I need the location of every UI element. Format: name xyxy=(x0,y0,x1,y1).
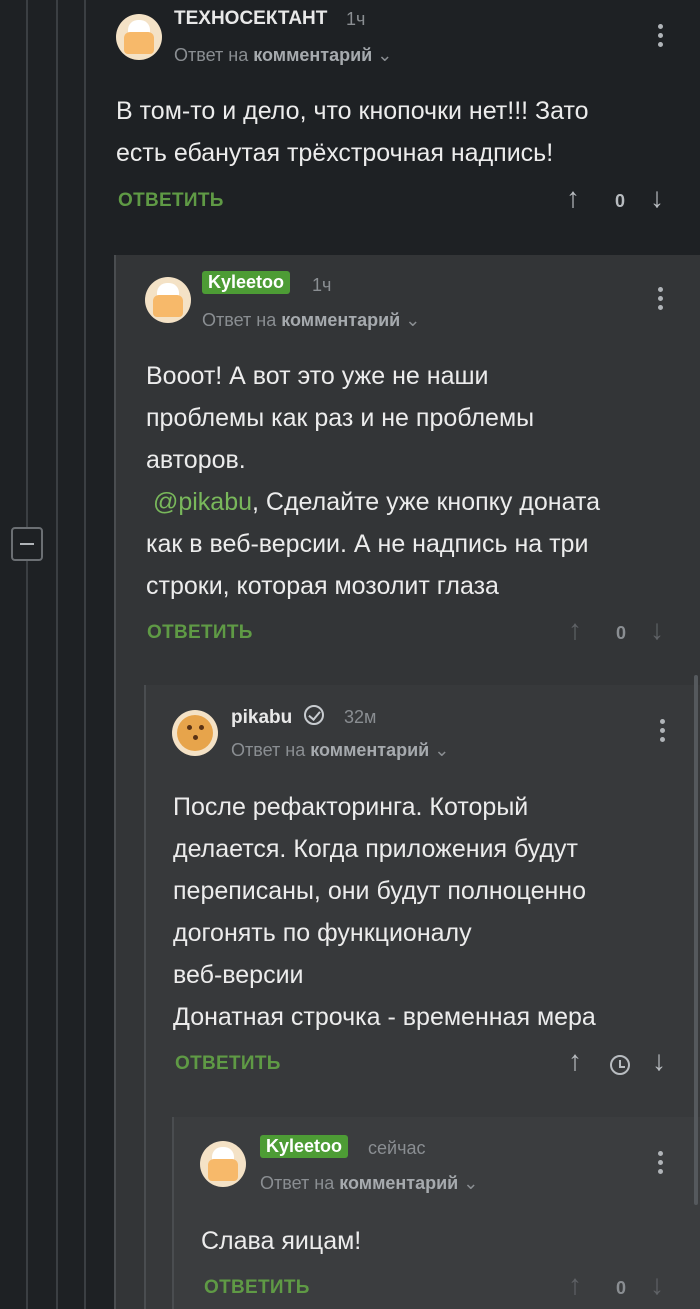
downvote-icon[interactable]: ↓ xyxy=(650,1269,664,1301)
reply-to-prefix: Ответ на xyxy=(174,45,249,65)
reply-button[interactable]: ОТВЕТИТЬ xyxy=(118,190,224,212)
chevron-down-icon: ⌄ xyxy=(463,1173,479,1193)
comment-author[interactable]: Kyleetoo xyxy=(260,1135,349,1158)
comment-time: сейчас xyxy=(368,1138,426,1158)
comment-score: 0 xyxy=(615,191,626,211)
more-options-icon[interactable] xyxy=(658,287,663,314)
comment-score: 0 xyxy=(616,1278,627,1298)
reply-to-prefix: Ответ на xyxy=(202,310,277,330)
collapse-thread-button[interactable] xyxy=(11,527,43,561)
verified-icon xyxy=(304,705,324,725)
comment-author[interactable]: ТЕХНОСЕКТАНТ xyxy=(174,8,327,30)
comment-author[interactable]: Kyleetoo xyxy=(202,271,291,294)
reply-button[interactable]: ОТВЕТИТЬ xyxy=(147,622,253,644)
scrollbar[interactable] xyxy=(694,675,698,1205)
reply-button[interactable]: ОТВЕТИТЬ xyxy=(204,1277,310,1299)
clock-icon xyxy=(610,1055,630,1075)
comment-text: Слава яицам! xyxy=(201,1227,362,1255)
comment-2: Kyleetoo 1ч Ответ на комментарий ⌄ Вооот… xyxy=(116,255,700,685)
comment-text: В том-то и дело, что кнопочки нет!!! Зат… xyxy=(116,97,589,167)
chevron-down-icon: ⌄ xyxy=(377,45,393,65)
avatar[interactable] xyxy=(172,710,218,756)
thread-line xyxy=(56,0,58,1309)
reply-to-link[interactable]: Ответ на комментарий ⌄ xyxy=(260,1173,478,1194)
downvote-icon[interactable]: ↓ xyxy=(652,1045,666,1077)
cake-icon xyxy=(153,295,183,317)
reply-to-target: комментарий xyxy=(281,310,401,330)
more-options-icon[interactable] xyxy=(658,1151,663,1178)
comment-time: 32м xyxy=(344,707,377,727)
more-options-icon[interactable] xyxy=(658,24,663,51)
chevron-down-icon: ⌄ xyxy=(434,740,450,760)
comment-score: 0 xyxy=(616,623,627,643)
cookie-icon xyxy=(177,715,213,751)
reply-to-prefix: Ответ на xyxy=(260,1173,335,1193)
comment-3: pikabu 32м Ответ на комментарий ⌄ После … xyxy=(146,685,700,1115)
comment-time: 1ч xyxy=(346,9,366,29)
comment-time: 1ч xyxy=(312,275,332,295)
upvote-icon[interactable]: ↑ xyxy=(568,1045,582,1077)
downvote-icon[interactable]: ↓ xyxy=(650,614,664,646)
chevron-down-icon: ⌄ xyxy=(405,310,421,330)
comment-author[interactable]: pikabu xyxy=(231,707,292,729)
reply-to-link[interactable]: Ответ на комментарий ⌄ xyxy=(174,45,392,66)
avatar[interactable] xyxy=(145,277,191,323)
comment-text: После рефакторинга. Который делается. Ко… xyxy=(173,793,596,1031)
comment-text: Вооот! А вот это уже не наши проблемы ка… xyxy=(146,362,601,600)
cake-icon xyxy=(124,32,154,54)
avatar[interactable] xyxy=(200,1141,246,1187)
reply-to-link[interactable]: Ответ на комментарий ⌄ xyxy=(202,310,420,331)
user-mention-link[interactable]: @pikabu xyxy=(153,488,252,516)
downvote-icon[interactable]: ↓ xyxy=(650,182,664,214)
thread-line xyxy=(26,0,28,1309)
upvote-icon[interactable]: ↑ xyxy=(566,182,580,214)
reply-to-target: комментарий xyxy=(310,740,430,760)
reply-to-target: комментарий xyxy=(253,45,373,65)
cake-icon xyxy=(208,1159,238,1181)
avatar[interactable] xyxy=(116,14,162,60)
comment-1: ТЕХНОСЕКТАНТ 1ч Ответ на комментарий ⌄ В… xyxy=(86,0,700,255)
upvote-icon[interactable]: ↑ xyxy=(568,1269,582,1301)
upvote-icon[interactable]: ↑ xyxy=(568,614,582,646)
reply-to-target: комментарий xyxy=(339,1173,459,1193)
more-options-icon[interactable] xyxy=(660,719,665,746)
comment-4: Kyleetoo сейчас Ответ на комментарий ⌄ С… xyxy=(174,1117,700,1309)
reply-to-link[interactable]: Ответ на комментарий ⌄ xyxy=(231,740,449,761)
reply-to-prefix: Ответ на xyxy=(231,740,306,760)
reply-button[interactable]: ОТВЕТИТЬ xyxy=(175,1053,281,1075)
